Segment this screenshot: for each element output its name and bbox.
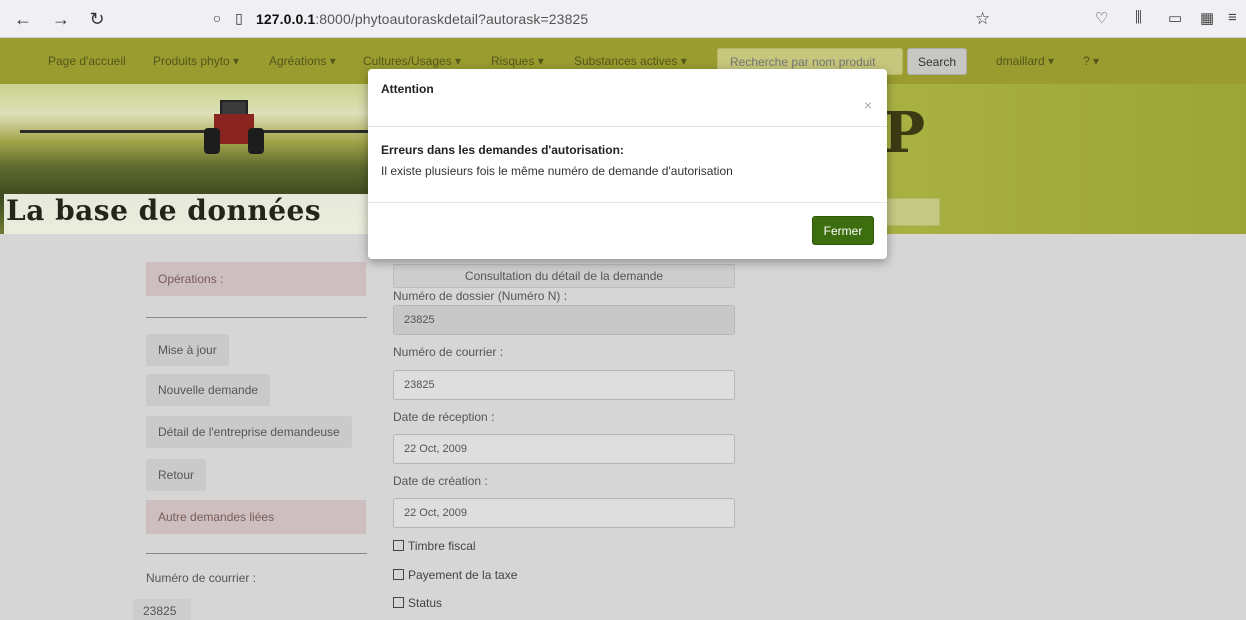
dossier-label: Numéro de dossier (Numéro N) : — [393, 289, 568, 303]
nav-cultures-usages[interactable]: Cultures/Usages ▾ — [363, 54, 461, 68]
sprayer-boom — [20, 130, 370, 133]
nav-agreations[interactable]: Agréations ▾ — [269, 54, 336, 68]
courier-field[interactable]: 23825 — [393, 370, 735, 400]
operations-label: Opérations : — [146, 262, 366, 296]
detail-header: Consultation du détail de la demande — [393, 264, 735, 288]
checkbox-icon[interactable] — [393, 597, 404, 608]
company-detail-button[interactable]: Détail de l'entreprise demandeuse — [146, 416, 352, 448]
bookmark-star-icon[interactable]: ☆ — [975, 9, 990, 29]
modal-error-text: Il existe plusieurs fois le même numéro … — [381, 164, 733, 178]
forward-icon[interactable]: → — [50, 8, 72, 30]
back-icon[interactable]: ← — [12, 8, 34, 30]
checkbox-status[interactable]: Status — [393, 596, 442, 610]
library-icon[interactable]: ⫼ — [1135, 9, 1142, 26]
modal-error-title: Erreurs dans les demandes d'autorisation… — [381, 143, 624, 157]
user-menu[interactable]: dmaillard ▾ — [996, 54, 1054, 68]
pocket-icon[interactable]: ♡ — [1095, 9, 1108, 27]
url-text[interactable]: 127.0.0.1:8000/phytoautoraskdetail?autor… — [256, 11, 588, 27]
divider — [146, 317, 367, 318]
dossier-field[interactable]: 23825 — [393, 305, 735, 335]
checkbox-icon[interactable] — [393, 569, 404, 580]
tractor-icon — [200, 98, 270, 154]
reload-icon[interactable]: ↻ — [86, 8, 108, 30]
creation-date-field[interactable]: 22 Oct, 2009 — [393, 498, 735, 528]
nav-home[interactable]: Page d'accueil — [48, 54, 126, 68]
reception-date-label: Date de réception : — [393, 410, 495, 424]
banner-logo-letter: P — [883, 100, 926, 166]
sidebar-courier-value: 23825 — [133, 599, 191, 620]
search-button[interactable]: Search — [907, 48, 967, 75]
nav-substances-actives[interactable]: Substances actives ▾ — [574, 54, 687, 68]
modal-header: Attention × — [368, 69, 887, 127]
back-button[interactable]: Retour — [146, 459, 207, 491]
tractor-field-image: La base de données — [0, 84, 390, 234]
modal-divider — [368, 202, 887, 203]
new-request-button[interactable]: Nouvelle demande — [146, 374, 271, 406]
nav-produits-phyto[interactable]: Produits phyto ▾ — [153, 54, 239, 68]
update-button[interactable]: Mise à jour — [146, 334, 229, 366]
courier-label: Numéro de courrier : — [393, 345, 504, 359]
checkbox-timbre-fiscal[interactable]: Timbre fiscal — [393, 539, 476, 553]
menu-icon[interactable]: ≡ — [1228, 9, 1237, 26]
banner-title-box: La base de données — [4, 194, 390, 234]
checkbox-payement-taxe[interactable]: Payement de la taxe — [393, 568, 517, 582]
attention-modal: Attention × Erreurs dans les demandes d'… — [368, 69, 887, 259]
divider — [146, 553, 367, 554]
help-menu[interactable]: ? ▾ — [1083, 54, 1099, 68]
sidebar-courier-label: Numéro de courrier : — [146, 571, 257, 585]
banner-field — [882, 198, 940, 226]
close-icon[interactable]: × — [864, 97, 872, 113]
extension-icon[interactable]: ▦ — [1200, 9, 1214, 27]
reception-date-field[interactable]: 22 Oct, 2009 — [393, 434, 735, 464]
modal-title: Attention — [381, 82, 434, 96]
url-bar[interactable]: ○ ▯ 127.0.0.1:8000/phytoautoraskdetail?a… — [200, 5, 1010, 33]
nav-risques[interactable]: Risques ▾ — [491, 54, 544, 68]
checkbox-icon[interactable] — [393, 540, 404, 551]
browser-toolbar: ← → ↻ ○ ▯ 127.0.0.1:8000/phytoautoraskde… — [0, 0, 1246, 38]
creation-date-label: Date de création : — [393, 474, 488, 488]
shield-icon[interactable]: ○ — [208, 9, 226, 27]
linked-requests-label[interactable]: Autre demandes liées — [146, 500, 366, 534]
banner-title: La base de données — [6, 194, 322, 227]
close-modal-button[interactable]: Fermer — [812, 216, 874, 245]
page-icon[interactable]: ▯ — [230, 9, 248, 27]
sidebar-icon[interactable]: ▭ — [1168, 9, 1182, 27]
